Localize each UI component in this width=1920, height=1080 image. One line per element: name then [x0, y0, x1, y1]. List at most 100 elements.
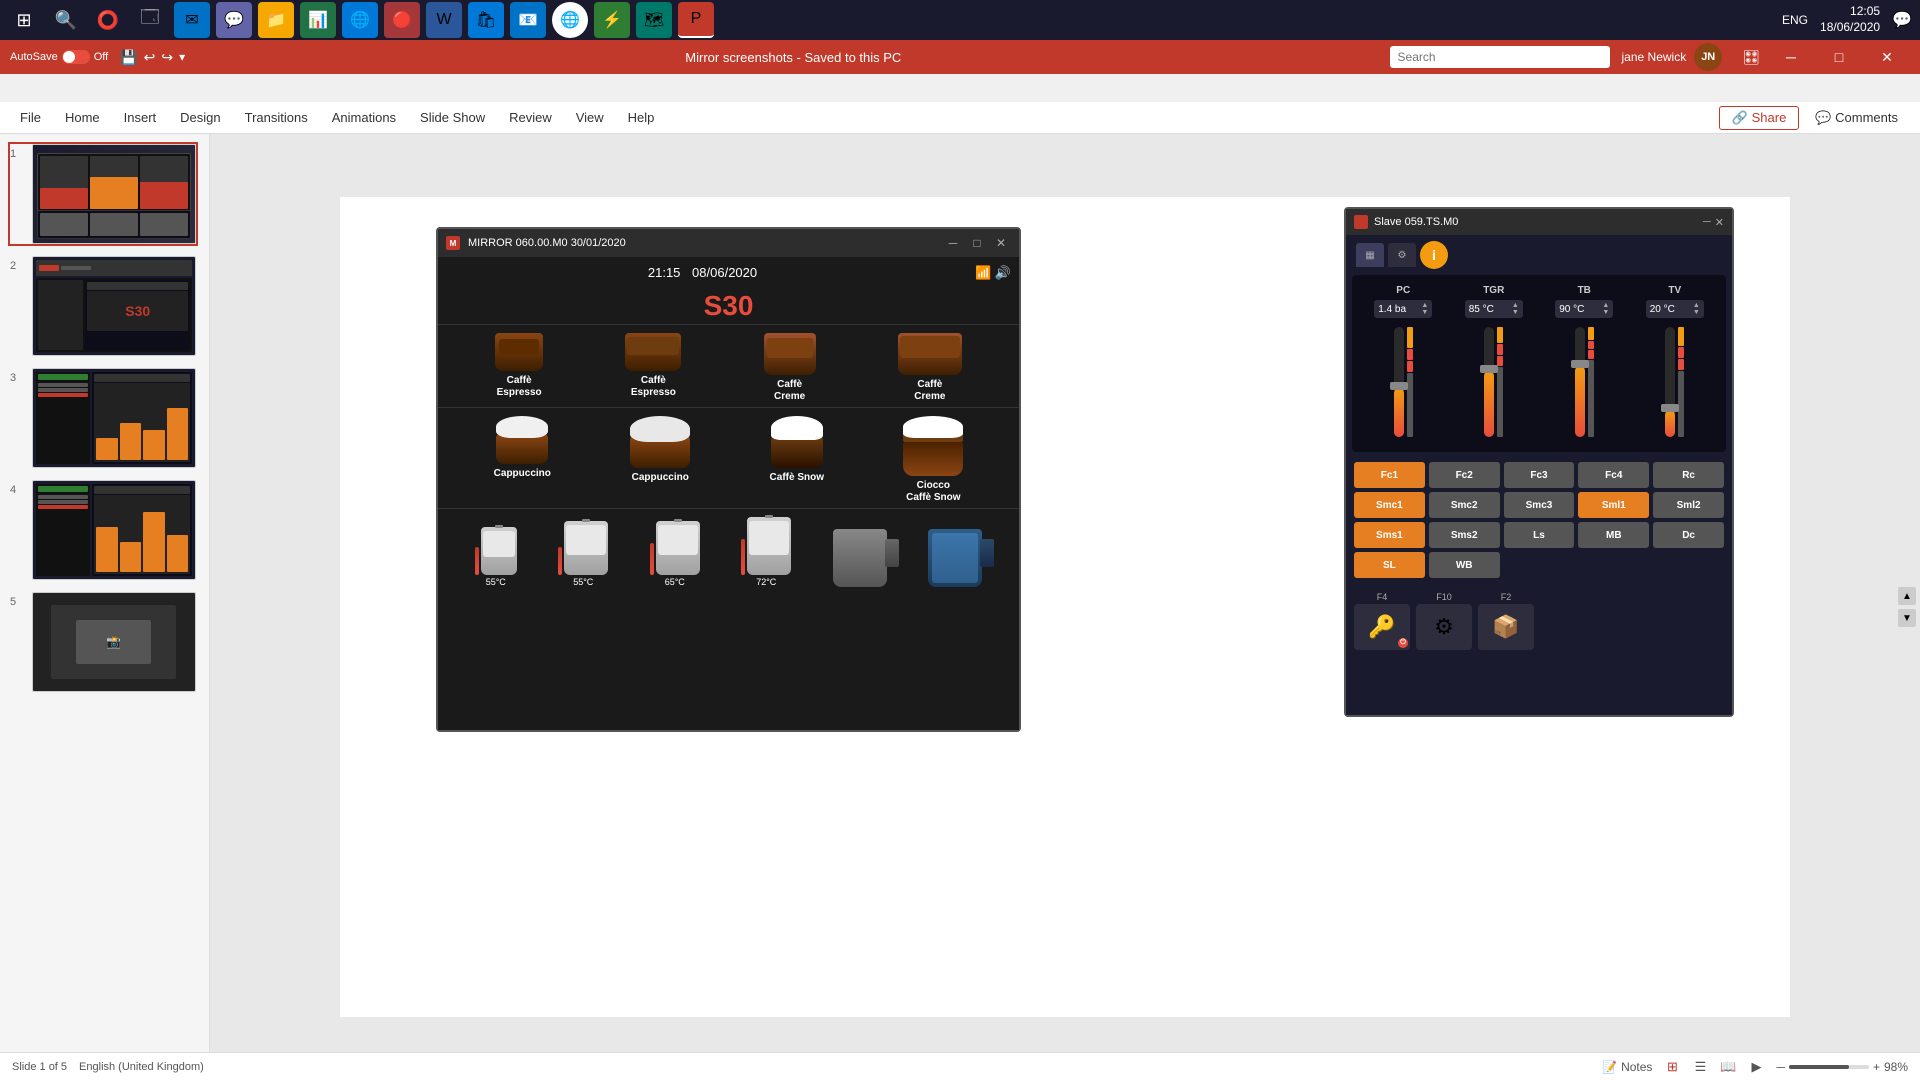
share-button[interactable]: 🔗 Share — [1719, 106, 1800, 130]
start-button[interactable]: ⊞ — [8, 4, 40, 36]
menu-review[interactable]: Review — [499, 106, 562, 129]
func-f2[interactable]: F2 📦 — [1478, 592, 1534, 650]
tb-slider-track[interactable] — [1575, 327, 1585, 437]
coffee-item-2[interactable]: CaffèEspresso — [625, 333, 681, 403]
autosave-toggle[interactable]: AutoSave Off — [10, 50, 108, 64]
taskbar-app-search[interactable]: 🔍 — [48, 2, 84, 38]
slave-close[interactable]: ✕ — [1715, 216, 1724, 229]
taskbar-app-outlook[interactable]: 📧 — [510, 2, 546, 38]
taskbar-app-access[interactable]: 🔴 — [384, 2, 420, 38]
undo-icon[interactable]: ↩ — [144, 49, 156, 66]
control-pc-value[interactable]: 1.4 ba ▲▼ — [1374, 300, 1432, 318]
control-tv-value[interactable]: 20 °C ▲▼ — [1646, 300, 1704, 318]
tgr-slider-knob[interactable] — [1480, 365, 1498, 373]
cappuccino-item-2[interactable]: Cappuccino — [630, 416, 690, 504]
redo-icon[interactable]: ↪ — [161, 49, 173, 66]
coffee-item-1[interactable]: CaffèEspresso — [495, 333, 543, 403]
btn-ls[interactable]: Ls — [1504, 522, 1575, 548]
info-button[interactable]: i — [1420, 241, 1448, 269]
tgr-arrows[interactable]: ▲▼ — [1512, 302, 1519, 316]
cappuccino-item-1[interactable]: Cappuccino — [494, 416, 551, 504]
ciocco-item[interactable]: CioccoCaffè Snow — [903, 416, 963, 504]
maximize-button[interactable]: □ — [1816, 40, 1862, 74]
minimize-button[interactable]: ─ — [1768, 40, 1814, 74]
pc-slider-track[interactable] — [1394, 327, 1404, 437]
slide-thumb-2[interactable]: 2 S30 — [8, 254, 198, 358]
menu-insert[interactable]: Insert — [114, 106, 167, 129]
taskbar-app-mail[interactable]: ✉ — [174, 2, 210, 38]
btn-fc4[interactable]: Fc4 — [1578, 462, 1649, 488]
btn-fc3[interactable]: Fc3 — [1504, 462, 1575, 488]
menu-home[interactable]: Home — [55, 106, 110, 129]
jug-1[interactable]: 55°C — [475, 527, 517, 587]
taskbar-app-store[interactable]: 🛍 — [468, 2, 504, 38]
outline-view-btn[interactable]: ☰ — [1688, 1056, 1712, 1078]
taskbar-app-ie[interactable]: 🌐 — [342, 2, 378, 38]
user-avatar[interactable]: JN — [1694, 43, 1722, 71]
slide-thumb-3[interactable]: 3 — [8, 366, 198, 470]
tv-arrows[interactable]: ▲▼ — [1693, 302, 1700, 316]
slave-minimize[interactable]: ─ — [1703, 216, 1711, 229]
slave-tab-2[interactable]: ⚙ — [1388, 243, 1416, 267]
taskbar-app-folder[interactable]: 📁 — [258, 2, 294, 38]
taskbar-app-circle[interactable]: ⭕ — [90, 2, 126, 38]
notes-button[interactable]: 📝 Notes — [1602, 1060, 1652, 1074]
jug-5[interactable] — [833, 529, 887, 587]
coffee-item-3[interactable]: CaffèCreme — [764, 333, 816, 403]
btn-sml2[interactable]: Sml2 — [1653, 492, 1724, 518]
taskbar-app-excel[interactable]: 📊 — [300, 2, 336, 38]
menu-transitions[interactable]: Transitions — [235, 106, 318, 129]
btn-sms1[interactable]: Sms1 — [1354, 522, 1425, 548]
jug-6[interactable] — [928, 529, 982, 587]
taskbar-app-chrome[interactable]: 🌐 — [552, 2, 588, 38]
ribbon-toggle-btn[interactable]: 🎛 — [1734, 49, 1768, 66]
tb-arrows[interactable]: ▲▼ — [1602, 302, 1609, 316]
jug-4[interactable]: 72°C — [741, 517, 791, 587]
func-f10[interactable]: F10 ⚙ — [1416, 592, 1472, 650]
menu-view[interactable]: View — [566, 106, 614, 129]
btn-mb[interactable]: MB — [1578, 522, 1649, 548]
btn-smc1[interactable]: Smc1 — [1354, 492, 1425, 518]
taskbar-app-ppt[interactable]: P — [678, 2, 714, 38]
menu-file[interactable]: File — [10, 106, 51, 129]
pc-slider-knob[interactable] — [1390, 382, 1408, 390]
mirror-close[interactable]: ✕ — [991, 236, 1011, 250]
taskbar-notification[interactable]: 💬 — [1892, 10, 1912, 30]
scroll-up[interactable]: ▲ — [1898, 587, 1916, 605]
search-input[interactable] — [1390, 46, 1610, 68]
mirror-minimize[interactable]: ─ — [943, 236, 963, 250]
coffee-item-4[interactable]: CaffèCreme — [898, 333, 962, 403]
btn-smc2[interactable]: Smc2 — [1429, 492, 1500, 518]
btn-smc3[interactable]: Smc3 — [1504, 492, 1575, 518]
caffe-snow-item[interactable]: Caffè Snow — [770, 416, 824, 504]
slide-thumb-4[interactable]: 4 — [8, 478, 198, 582]
jug-2[interactable]: 55°C — [558, 521, 608, 587]
menu-help[interactable]: Help — [618, 106, 665, 129]
mirror-window[interactable]: M MIRROR 060.00.M0 30/01/2020 ─ □ ✕ 21:1… — [436, 227, 1021, 732]
slide-thumb-5[interactable]: 5 📸 — [8, 590, 198, 694]
save-icon[interactable]: 💾 — [120, 49, 137, 66]
taskbar-app-green[interactable]: ⚡ — [594, 2, 630, 38]
btn-rc[interactable]: Rc — [1653, 462, 1724, 488]
btn-wb[interactable]: WB — [1429, 552, 1500, 578]
func-f4[interactable]: F4 🔑 ⏻ — [1354, 592, 1410, 650]
autosave-switch[interactable] — [62, 50, 90, 64]
slave-window[interactable]: Slave 059.TS.M0 ─ ✕ ▦ ⚙ — [1344, 207, 1734, 717]
scroll-down[interactable]: ▼ — [1898, 609, 1916, 627]
slide-thumb-1[interactable]: 1 — [8, 142, 198, 246]
zoom-slider[interactable] — [1789, 1065, 1869, 1069]
btn-fc1[interactable]: Fc1 — [1354, 462, 1425, 488]
taskbar-app-word[interactable]: W — [426, 2, 462, 38]
btn-sl[interactable]: SL — [1354, 552, 1425, 578]
menu-slideshow[interactable]: Slide Show — [410, 106, 495, 129]
normal-view-btn[interactable]: ⊞ — [1660, 1056, 1684, 1078]
taskbar-app-teams[interactable]: 💬 — [216, 2, 252, 38]
slave-tab-1[interactable]: ▦ — [1356, 243, 1384, 267]
zoom-in-btn[interactable]: + — [1873, 1060, 1880, 1074]
mirror-maximize[interactable]: □ — [967, 236, 987, 250]
reading-view-btn[interactable]: 📖 — [1716, 1056, 1740, 1078]
menu-animations[interactable]: Animations — [322, 106, 406, 129]
comments-button[interactable]: 💬 Comments — [1803, 107, 1910, 129]
btn-sms2[interactable]: Sms2 — [1429, 522, 1500, 548]
menu-design[interactable]: Design — [170, 106, 230, 129]
